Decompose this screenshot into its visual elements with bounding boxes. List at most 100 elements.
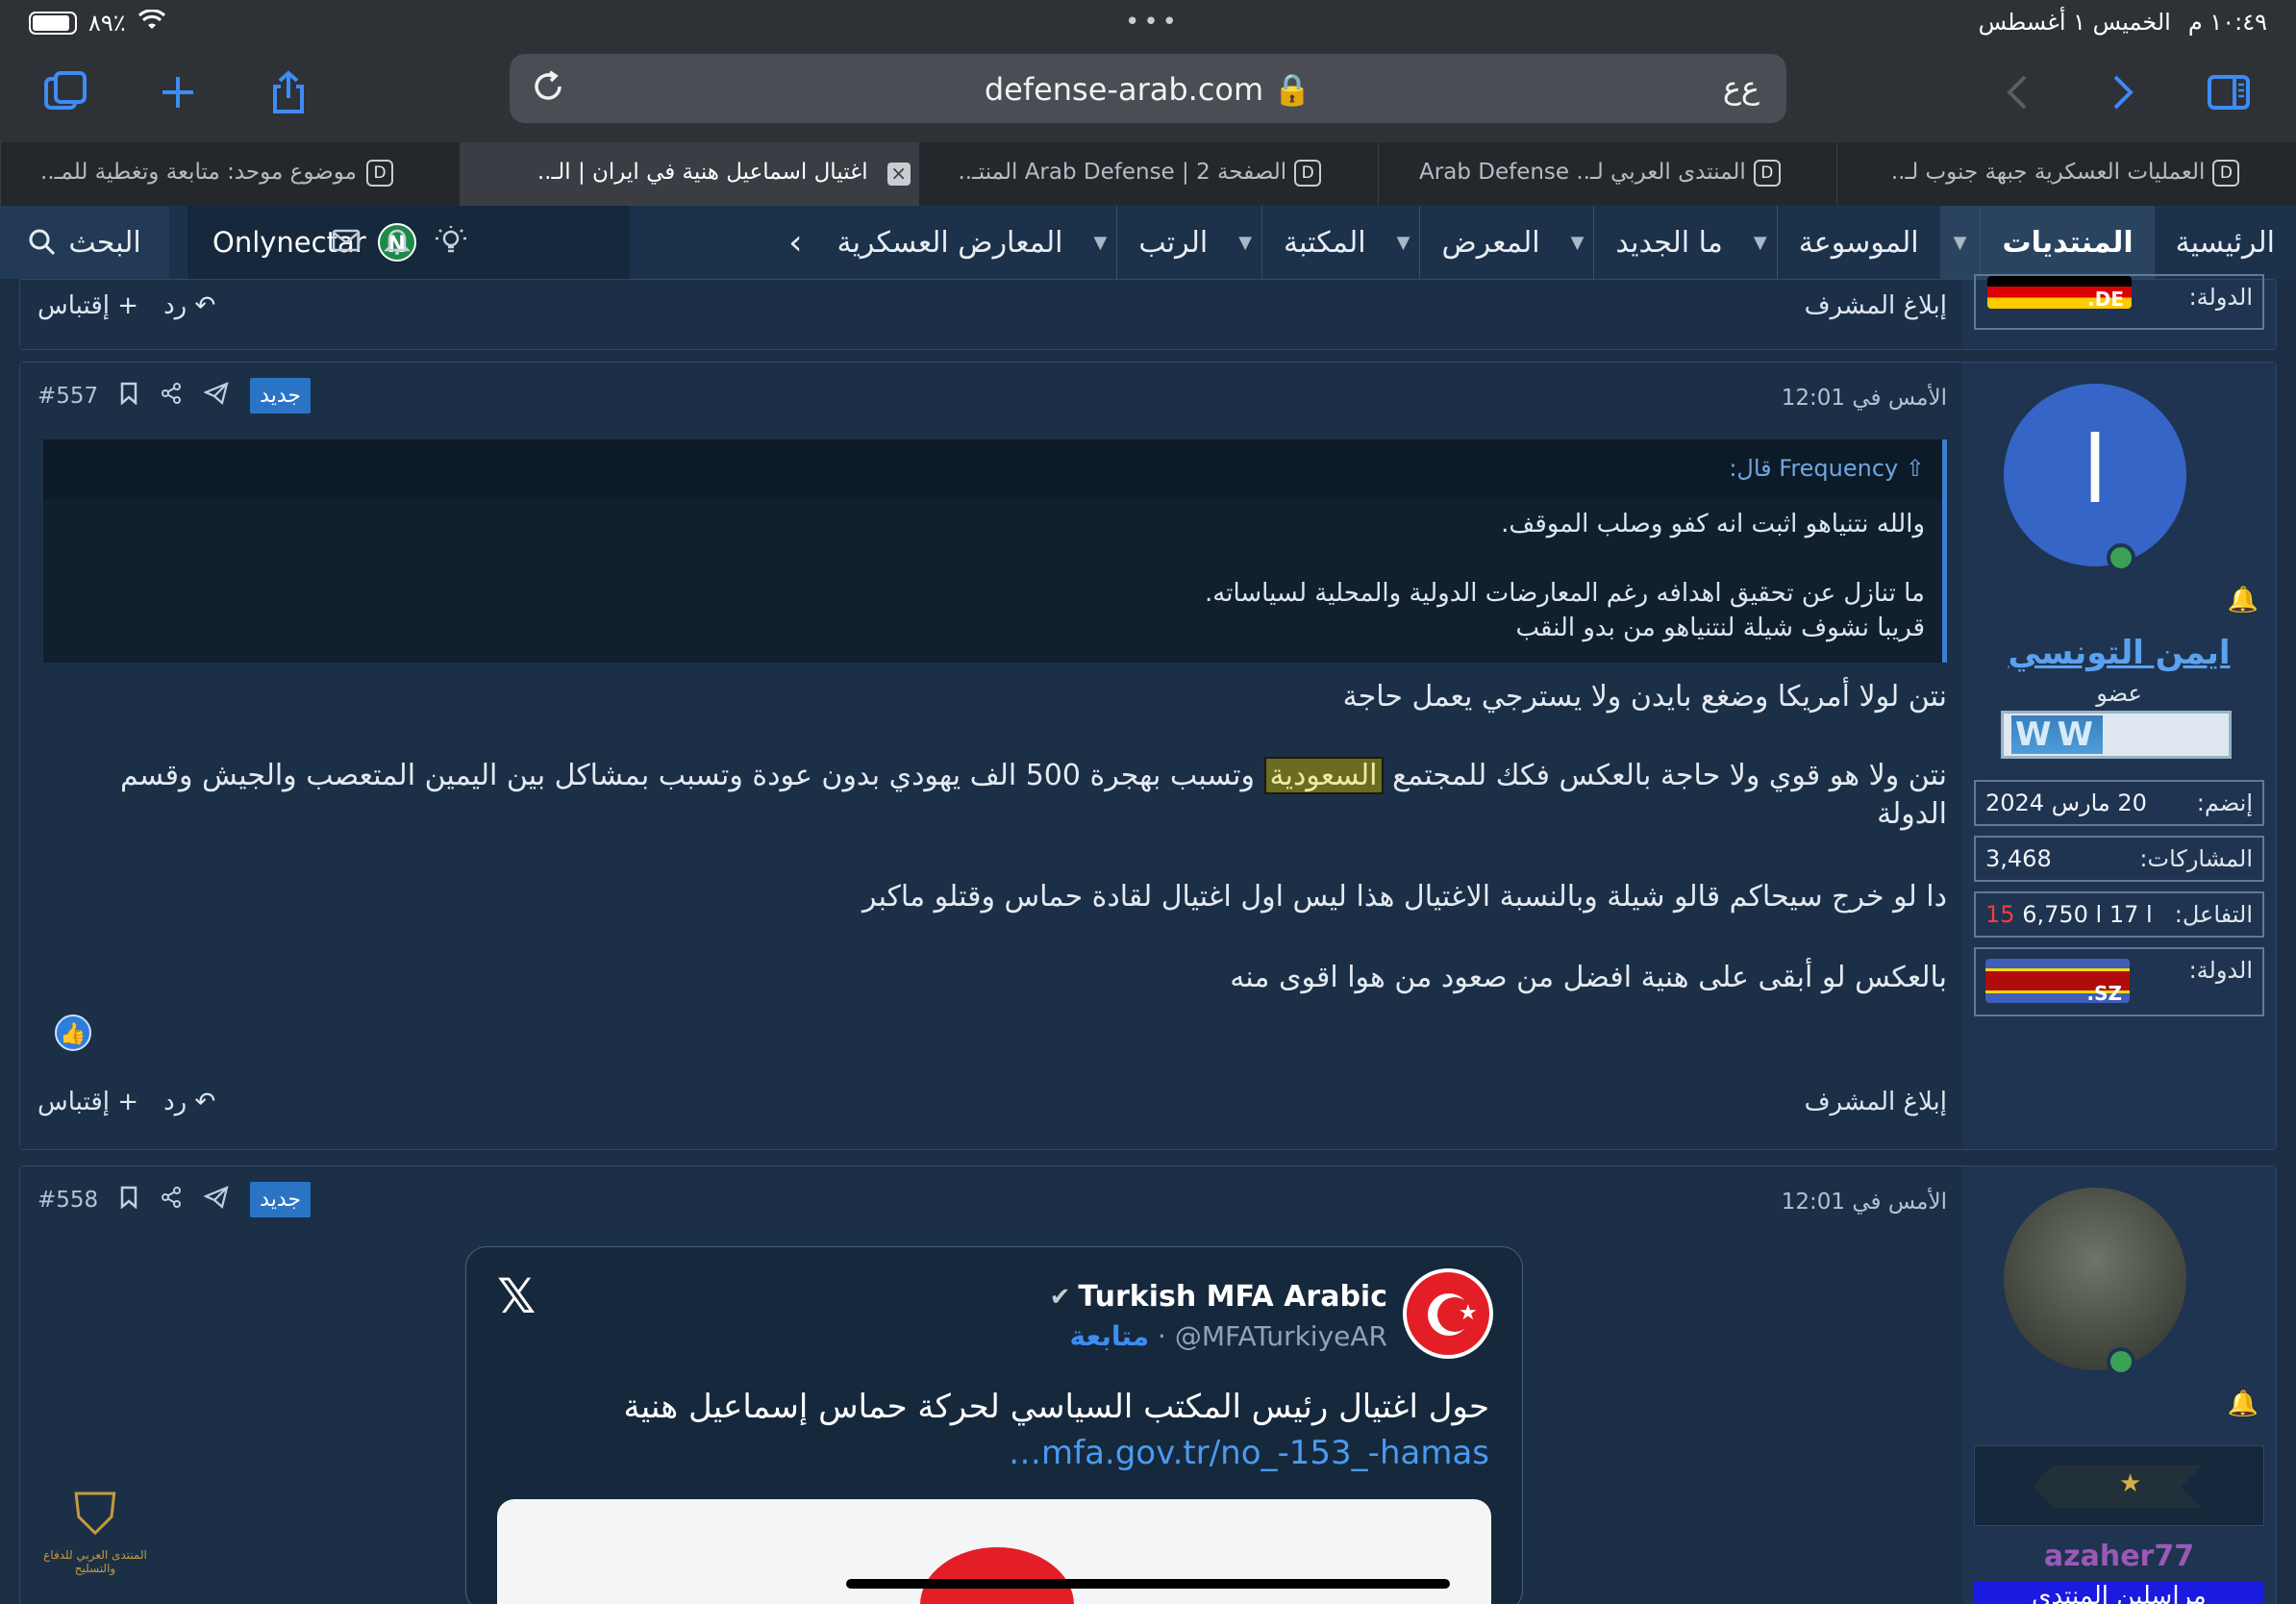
tweet-embed[interactable]: 𝕏 ★ ✔ Turkish MFA Arabic متابعة · @MFATu… xyxy=(465,1246,1523,1604)
multitask-dots[interactable]: ••• xyxy=(1125,8,1181,37)
reader-format-icon[interactable]: ﻉﻉ xyxy=(1723,69,1759,106)
nav-item-library[interactable]: المكتبة xyxy=(1262,206,1387,279)
lightbulb-icon[interactable] xyxy=(434,224,468,261)
tab-title: موضوع موحد: متابعة وتغطية للمـ.. xyxy=(40,160,357,185)
ios-status-bar: ٨٩٪ ••• ١٠:٤٩ م الخميس ١ أغسطس xyxy=(0,0,2296,46)
post-date[interactable]: الأمس في 12:01 xyxy=(1782,386,1947,411)
post-footer: إبلاغ المشرف ↶ رد + إقتباس xyxy=(37,291,1947,330)
share-icon[interactable] xyxy=(160,382,183,411)
report-link[interactable]: إبلاغ المشرف xyxy=(1805,291,1947,320)
previous-post-tail: إبلاغ المشرف ↶ رد + إقتباس الدولة: .DE xyxy=(19,274,2277,350)
joined-box: إنضم: 20 مارس 2024 xyxy=(1974,780,2264,826)
tab-title: الصفحة 2 | Arab Defense المنتـ.. xyxy=(958,160,1287,185)
search-icon xyxy=(29,229,56,256)
status-right: ١٠:٤٩ م الخميس ١ أغسطس xyxy=(1979,9,2267,36)
tab-close-icon[interactable]: × xyxy=(886,163,911,186)
nav-item-forums[interactable]: المنتديات xyxy=(1981,206,2155,279)
nav-ranks-dropdown[interactable]: ▼ xyxy=(1085,206,1118,279)
post-meta: الأمس في 12:01 #557 جديد xyxy=(37,378,1947,420)
forward-icon[interactable] xyxy=(2092,63,2150,121)
share-icon[interactable] xyxy=(160,1186,183,1215)
post-main: إبلاغ المشرف ↶ رد + إقتباس xyxy=(20,280,1964,349)
nav-whats-new-dropdown[interactable]: ▼ xyxy=(1561,206,1595,279)
quote-header[interactable]: ⇧ Frequency قال: xyxy=(43,439,1942,499)
browser-toolbar: defense-arab.com 🔒 ﻉﻉ xyxy=(0,46,2296,142)
tab-title: العمليات العسكرية جبهة جنوب لـ.. xyxy=(1890,160,2206,185)
favicon-d-icon: D xyxy=(2212,160,2240,187)
quote-jump-icon[interactable]: ⇧ xyxy=(1906,455,1925,482)
site-navigation: الرئيسية المنتديات ▼ الموسوعة ▼ ما الجدي… xyxy=(0,206,2296,279)
tab-3[interactable]: D الصفحة 2 | Arab Defense المنتـ.. xyxy=(918,142,1378,206)
post-meta-actions: #557 جديد xyxy=(37,378,311,414)
post-paragraph: نتن ولا هو قوي ولا حاجة بالعكس فكك للمجت… xyxy=(119,757,1947,831)
watch-bell-icon[interactable]: 🔔 xyxy=(2228,586,2259,614)
nav-forums-dropdown[interactable]: ▼ xyxy=(1939,206,1982,279)
nav-gallery-dropdown[interactable]: ▼ xyxy=(1387,206,1421,279)
new-badge: جديد xyxy=(250,378,311,414)
nav-library-dropdown[interactable]: ▼ xyxy=(1229,206,1263,279)
nav-scroll-left-icon[interactable]: ‹ xyxy=(775,206,815,279)
watch-bell-icon[interactable]: 🔔 xyxy=(2228,1390,2259,1418)
telegram-icon[interactable] xyxy=(203,381,229,411)
reply-icon: ↶ xyxy=(194,291,216,320)
online-status-icon xyxy=(2107,1347,2135,1376)
search-button[interactable]: البحث xyxy=(0,206,169,279)
tab-2[interactable]: D المنتدى العربي لـ.. Arab Defense xyxy=(1377,142,1837,206)
bell-icon[interactable] xyxy=(383,226,412,259)
post-number[interactable]: #558 xyxy=(37,1188,98,1213)
shield-logo-icon: ⛉ xyxy=(73,1481,117,1548)
author-avatar[interactable]: ا xyxy=(2004,384,2186,566)
nav-item-military-expos[interactable]: المعارض العسكرية xyxy=(816,206,1085,279)
address-bar[interactable]: defense-arab.com 🔒 ﻉﻉ xyxy=(510,54,1786,123)
tab-title: المنتدى العربي لـ.. Arab Defense xyxy=(1419,160,1746,185)
telegram-icon[interactable] xyxy=(203,1185,229,1215)
rank-insignia-icon xyxy=(2033,1466,2202,1508)
tweet-link[interactable]: mfa.gov.tr/no_-153_-hamas… xyxy=(505,1430,1489,1476)
nav-encyclopedia-dropdown[interactable]: ▼ xyxy=(1744,206,1778,279)
sidebar-toggle-icon[interactable] xyxy=(2200,63,2258,121)
like-reaction-icon[interactable]: 👍 xyxy=(55,1015,91,1051)
tab-1[interactable]: D العمليات العسكرية جبهة جنوب لـ.. xyxy=(1836,142,2296,206)
post-557: الأمس في 12:01 #557 جديد ⇧ Frequency قال… xyxy=(19,362,2277,1150)
quote-link[interactable]: + إقتباس xyxy=(37,291,138,320)
quote-line: ما تنازل عن تحقيق اهدافه رغم المعارضات ا… xyxy=(1205,579,1925,608)
report-link[interactable]: إبلاغ المشرف xyxy=(1805,1088,1947,1116)
star-icon: ★ xyxy=(2119,1469,2142,1498)
nav-item-encyclopedia[interactable]: الموسوعة xyxy=(1778,206,1940,279)
tabs-overview-icon[interactable] xyxy=(37,63,94,121)
reply-link[interactable]: ↶ رد xyxy=(163,291,215,320)
tweet-handle: متابعة · @MFATurkiyeAR xyxy=(1069,1320,1387,1352)
nav-item-whats-new[interactable]: ما الجديد xyxy=(1594,206,1743,279)
quote-author: Frequency قال: xyxy=(1729,455,1899,482)
share-icon[interactable] xyxy=(260,63,317,121)
post-number[interactable]: #557 xyxy=(37,384,98,409)
back-icon[interactable] xyxy=(1990,63,2048,121)
nav-item-home[interactable]: الرئيسية xyxy=(2155,206,2296,279)
home-indicator[interactable] xyxy=(846,1579,1450,1589)
reply-link[interactable]: ↶ رد xyxy=(163,1088,215,1116)
post-date[interactable]: الأمس في 12:01 xyxy=(1782,1190,1947,1215)
follow-link[interactable]: متابعة xyxy=(1070,1320,1150,1352)
nav-item-ranks[interactable]: الرتب xyxy=(1117,206,1229,279)
tweet-author-avatar[interactable]: ★ xyxy=(1403,1268,1493,1359)
bookmark-icon[interactable] xyxy=(119,382,138,411)
tweet-author-name[interactable]: ✔ Turkish MFA Arabic xyxy=(1050,1280,1387,1314)
wifi-icon xyxy=(137,9,166,37)
author-name[interactable]: ايمن التونسي xyxy=(1962,634,2276,672)
author-name[interactable]: azaher77 xyxy=(1962,1540,2276,1573)
new-tab-icon[interactable] xyxy=(149,63,207,121)
nav-menu: الرئيسية المنتديات ▼ الموسوعة ▼ ما الجدي… xyxy=(775,206,2296,279)
post-meta: الأمس في 12:01 #558 جديد xyxy=(37,1182,1947,1224)
x-logo-icon[interactable]: 𝕏 xyxy=(497,1268,536,1324)
search-highlight: السعودية xyxy=(1263,757,1384,794)
bookmark-icon[interactable] xyxy=(119,1186,138,1215)
inbox-icon[interactable] xyxy=(332,229,361,256)
tab-5[interactable]: D موضوع موحد: متابعة وتغطية للمـ.. xyxy=(0,142,460,206)
reactions-box: التفاعل: 15 ا 17 ا 6,750 xyxy=(1974,891,2264,938)
favicon-d-icon: D xyxy=(1294,160,1322,187)
quote-link[interactable]: + إقتباس xyxy=(37,1088,138,1116)
author-avatar-photo[interactable] xyxy=(2004,1188,2186,1370)
online-status-icon xyxy=(2107,543,2135,572)
tab-4-active[interactable]: × اغتيال اسماعيل هنية في ايران | الـ.. xyxy=(459,142,919,206)
nav-item-gallery[interactable]: المعرض xyxy=(1420,206,1560,279)
